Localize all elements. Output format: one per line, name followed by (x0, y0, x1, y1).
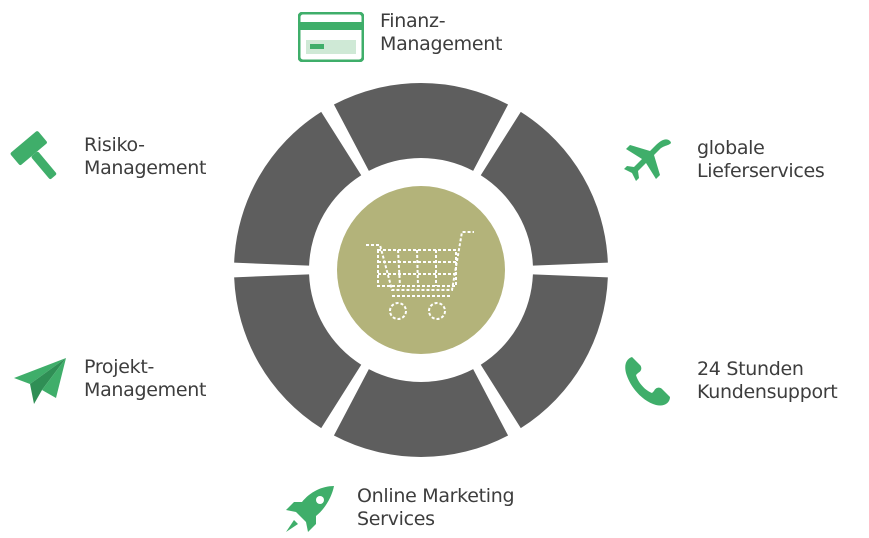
paper-plane-icon (12, 356, 68, 406)
airplane-icon (622, 135, 676, 189)
credit-card-icon (297, 11, 365, 63)
service-label-line2: Management (84, 379, 207, 401)
phone-icon (622, 355, 672, 407)
service-label-line2: Lieferservices (697, 160, 825, 182)
service-label-project: Projekt- Management (84, 356, 206, 402)
segment-top (333, 83, 509, 171)
service-label-line1: Projekt- (84, 356, 155, 378)
service-label-line1: globale (697, 137, 765, 159)
segment-bottom (333, 369, 509, 457)
service-label-line1: Finanz- (380, 10, 446, 32)
service-label-finance: Finanz- Management (380, 10, 502, 56)
service-ring-diagram (234, 83, 608, 457)
rocket-icon (284, 484, 336, 534)
service-label-delivery: globale Lieferservices (697, 137, 825, 183)
service-label-line2: Kundensupport (697, 381, 838, 403)
service-label-line1: Online Marketing (357, 485, 515, 507)
service-label-line1: Risiko- (84, 134, 145, 156)
center-circle (337, 186, 505, 354)
service-label-support: 24 Stunden Kundensupport (697, 358, 838, 404)
service-label-line2: Services (357, 508, 435, 530)
hammer-icon (10, 128, 66, 184)
service-label-line2: Management (84, 157, 207, 179)
service-label-marketing: Online Marketing Services (357, 485, 515, 531)
service-label-line1: 24 Stunden (697, 358, 804, 380)
service-label-risk: Risiko- Management (84, 134, 206, 180)
service-label-line2: Management (380, 33, 503, 55)
